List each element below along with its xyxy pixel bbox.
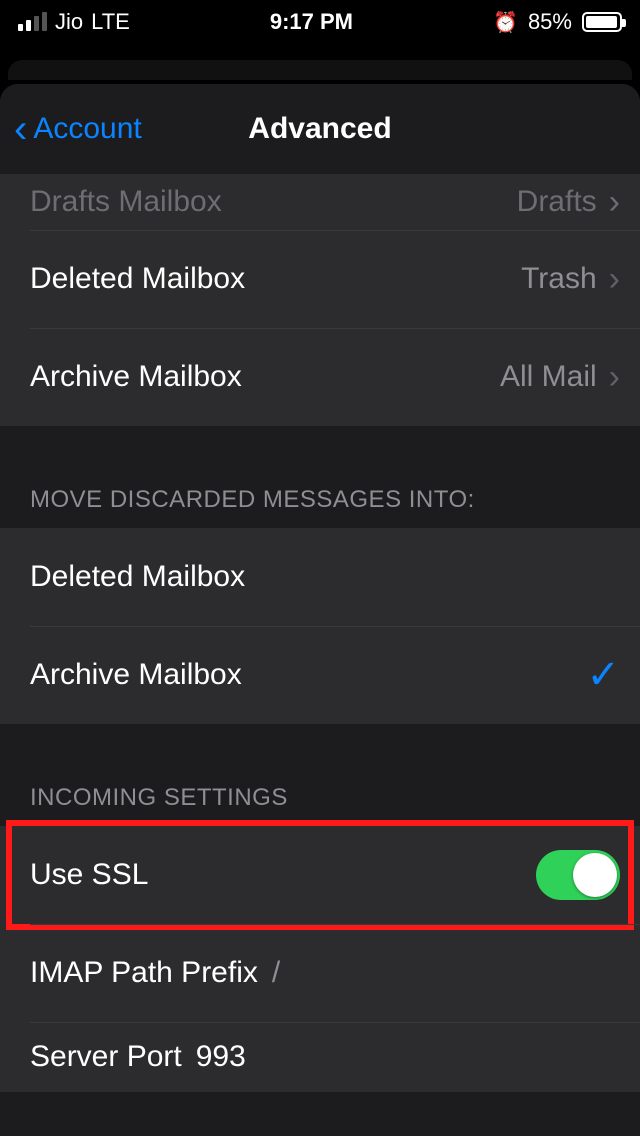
imap-path-prefix-row[interactable]: IMAP Path Prefix / (0, 924, 640, 1022)
archive-mailbox-row[interactable]: Archive Mailbox All Mail › (0, 328, 640, 426)
row-value: Trash (521, 262, 597, 296)
row-value: Drafts (517, 185, 597, 219)
status-right: ⏰ 85% (493, 9, 622, 35)
incoming-group: Use SSL IMAP Path Prefix / Server Port 9… (0, 826, 640, 1092)
discarded-archive-row[interactable]: Archive Mailbox ✓ (0, 626, 640, 724)
checkmark-icon: ✓ (586, 652, 620, 698)
deleted-mailbox-row[interactable]: Deleted Mailbox Trash › (0, 230, 640, 328)
battery-icon (582, 12, 622, 32)
discarded-header: Move Discarded Messages Into: (0, 426, 640, 528)
chevron-left-icon: ‹ (14, 109, 27, 149)
row-value: / (272, 956, 280, 990)
chevron-right-icon: › (609, 260, 620, 299)
row-label: IMAP Path Prefix (30, 956, 258, 990)
use-ssl-toggle[interactable] (536, 850, 620, 900)
signal-icon (18, 13, 47, 31)
row-label: Deleted Mailbox (30, 262, 245, 296)
chevron-right-icon: › (609, 358, 620, 397)
clock-label: 9:17 PM (270, 9, 353, 35)
page-title: Advanced (248, 112, 391, 146)
back-label: Account (33, 112, 141, 146)
row-value: 993 (196, 1040, 246, 1074)
status-left: Jio LTE (18, 9, 130, 35)
server-port-row[interactable]: Server Port 993 (0, 1022, 640, 1092)
carrier-label: Jio (55, 9, 83, 35)
use-ssl-row[interactable]: Use SSL (0, 826, 640, 924)
toggle-knob (573, 853, 617, 897)
discarded-deleted-row[interactable]: Deleted Mailbox (0, 528, 640, 626)
drafts-mailbox-row[interactable]: Drafts Mailbox Drafts › (0, 174, 640, 230)
status-bar: Jio LTE 9:17 PM ⏰ 85% (0, 0, 640, 44)
row-label: Archive Mailbox (30, 360, 242, 394)
chevron-right-icon: › (609, 183, 620, 222)
row-label: Archive Mailbox (30, 658, 242, 692)
use-ssl-highlight: Use SSL (0, 826, 640, 924)
mailbox-behaviors-group: Drafts Mailbox Drafts › Deleted Mailbox … (0, 174, 640, 426)
row-value: All Mail (500, 360, 597, 394)
back-button[interactable]: ‹ Account (14, 84, 142, 174)
row-label: Deleted Mailbox (30, 560, 245, 594)
discarded-group: Deleted Mailbox Archive Mailbox ✓ (0, 528, 640, 724)
row-label: Server Port (30, 1040, 182, 1074)
incoming-header: Incoming Settings (0, 724, 640, 826)
nav-bar: ‹ Account Advanced (0, 84, 640, 174)
alarm-icon: ⏰ (493, 10, 518, 35)
row-label: Drafts Mailbox (30, 185, 222, 219)
settings-page: ‹ Account Advanced Drafts Mailbox Drafts… (0, 84, 640, 1136)
battery-percent: 85% (528, 9, 572, 35)
background-sheet (8, 60, 632, 80)
row-label: Use SSL (30, 858, 148, 892)
network-label: LTE (91, 9, 130, 35)
